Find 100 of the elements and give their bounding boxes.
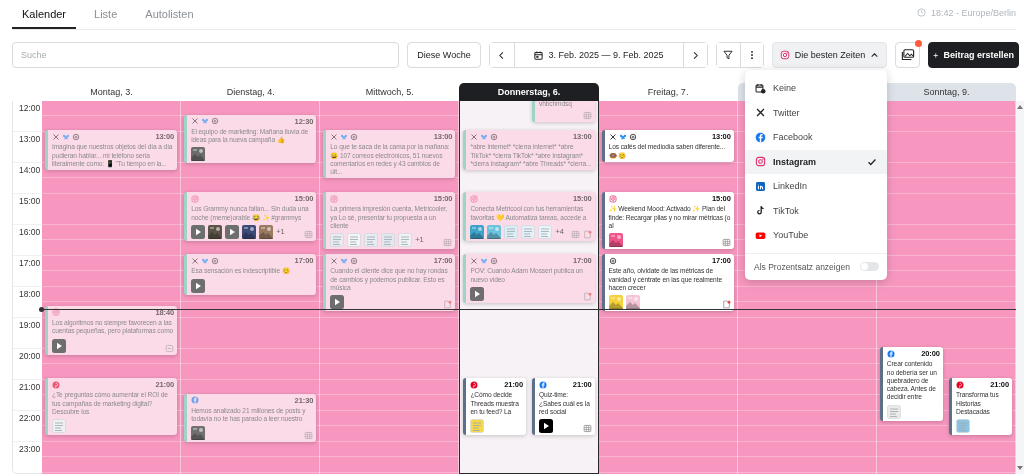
table-icon [570, 229, 580, 239]
document-icon [582, 291, 592, 301]
calendar-icon [534, 50, 544, 60]
menu-item[interactable]: YouTube [745, 223, 887, 248]
filter-icon [723, 50, 734, 60]
youtube-icon [755, 229, 766, 241]
document-icon [721, 300, 731, 310]
x-logo-icon [191, 117, 200, 126]
pinterest-icon [470, 380, 479, 389]
hour-label: 16:00 [19, 227, 41, 237]
bluesky-icon [480, 132, 489, 141]
create-post-button[interactable]: Beitrag erstellen [928, 42, 1019, 68]
linkedin-icon [755, 180, 766, 192]
instagram-icon [608, 194, 617, 203]
video-thumbnail [52, 338, 66, 353]
hour-label: 18:00 [19, 289, 41, 299]
bluesky-icon [340, 132, 349, 141]
threads-icon [350, 132, 359, 141]
hour-label: 12:00 [19, 103, 41, 113]
menu-item[interactable]: Instagram [745, 149, 887, 174]
plus-icon [933, 50, 939, 60]
bluesky-icon [201, 256, 210, 265]
tiktok-icon [755, 205, 766, 217]
x-logo-icon [191, 256, 200, 265]
instagram-icon [755, 156, 766, 168]
x-logo-icon [470, 132, 479, 141]
scroll-up-icon[interactable] [1017, 105, 1023, 109]
menu-item[interactable]: TikTok [745, 198, 887, 223]
x-logo-icon [470, 256, 479, 265]
threads-icon [490, 132, 499, 141]
day-header: Montag, 3. [89, 86, 134, 99]
threads-icon [608, 256, 617, 265]
threads-icon [628, 132, 637, 141]
document-icon [582, 229, 592, 239]
x-logo-icon [608, 132, 617, 141]
hour-label: 23:00 [19, 444, 41, 454]
hour-label: 20:00 [19, 351, 41, 361]
day-header: Freitag, 7. [646, 86, 690, 99]
instagram-icon [330, 194, 339, 203]
search-field[interactable]: Suche [12, 42, 399, 68]
next-week-button[interactable] [683, 43, 707, 67]
bluesky-icon [340, 256, 349, 265]
threads-icon [211, 117, 220, 126]
best-times-button[interactable]: Die besten Zeiten [772, 42, 887, 68]
document-icon [443, 300, 453, 310]
menu-item[interactable]: Twitter [745, 100, 887, 125]
hour-label: 14:00 [19, 165, 41, 175]
table-icon [304, 229, 314, 239]
tab[interactable]: Kalender [12, 0, 77, 29]
chevron-right-icon [691, 50, 701, 60]
tray-icon [165, 343, 175, 353]
instagram-icon [779, 50, 790, 60]
bluesky-icon [618, 132, 627, 141]
day-header: Dienstag, 4. [225, 86, 276, 99]
pinterest-icon [955, 380, 964, 389]
day-header: Mittwoch, 5. [364, 86, 415, 99]
threads-icon [490, 256, 499, 265]
instagram-icon [470, 194, 479, 203]
menu-item[interactable]: LinkedIn [745, 174, 887, 199]
table-icon [721, 238, 731, 248]
video-thumbnail [470, 286, 485, 301]
chevron-icon [870, 50, 880, 60]
hour-label: 21:00 [19, 382, 41, 392]
x-logo-icon [330, 132, 339, 141]
hour-label: 19:00 [19, 320, 41, 330]
facebook-icon [191, 396, 200, 405]
day-header: Donnerstag, 6. [459, 83, 599, 101]
this-week-button[interactable]: Diese Woche [407, 42, 481, 68]
video-thumbnail [191, 278, 206, 293]
toggle-switch[interactable] [860, 262, 879, 271]
calendar-icon [755, 82, 766, 94]
hour-label: 15:00 [19, 196, 41, 206]
instagram-icon [191, 194, 200, 203]
hour-label: 17:00 [19, 258, 41, 268]
video-thumbnail [330, 295, 345, 310]
media-button[interactable] [895, 42, 920, 68]
table-icon [582, 111, 592, 121]
table-icon [304, 431, 314, 441]
facebook-icon [539, 380, 547, 389]
scroll-down-icon[interactable] [1017, 466, 1023, 470]
table-icon [582, 424, 592, 434]
bluesky-icon [480, 256, 489, 265]
facebook-icon [886, 349, 895, 358]
timezone-clock: 18:42 - Europe/Berlin [930, 7, 1016, 18]
video-thumbnail [191, 224, 206, 239]
instagram-icon [52, 308, 60, 317]
toggle-label: Als Prozentsatz anzeigen [754, 261, 850, 272]
table-icon [443, 238, 453, 248]
hour-label: 22:00 [19, 413, 41, 423]
threads-icon [72, 132, 80, 141]
hour-label: 13:00 [19, 134, 41, 144]
scrollbar[interactable] [1016, 101, 1024, 474]
more-button[interactable] [740, 43, 763, 67]
bluesky-icon [62, 132, 70, 141]
threads-icon [211, 256, 220, 265]
video-thumbnail [225, 224, 240, 239]
threads-icon [350, 256, 359, 265]
facebook-icon [755, 131, 766, 143]
pinterest-icon [52, 380, 60, 389]
menu-item[interactable]: Facebook [745, 125, 887, 150]
